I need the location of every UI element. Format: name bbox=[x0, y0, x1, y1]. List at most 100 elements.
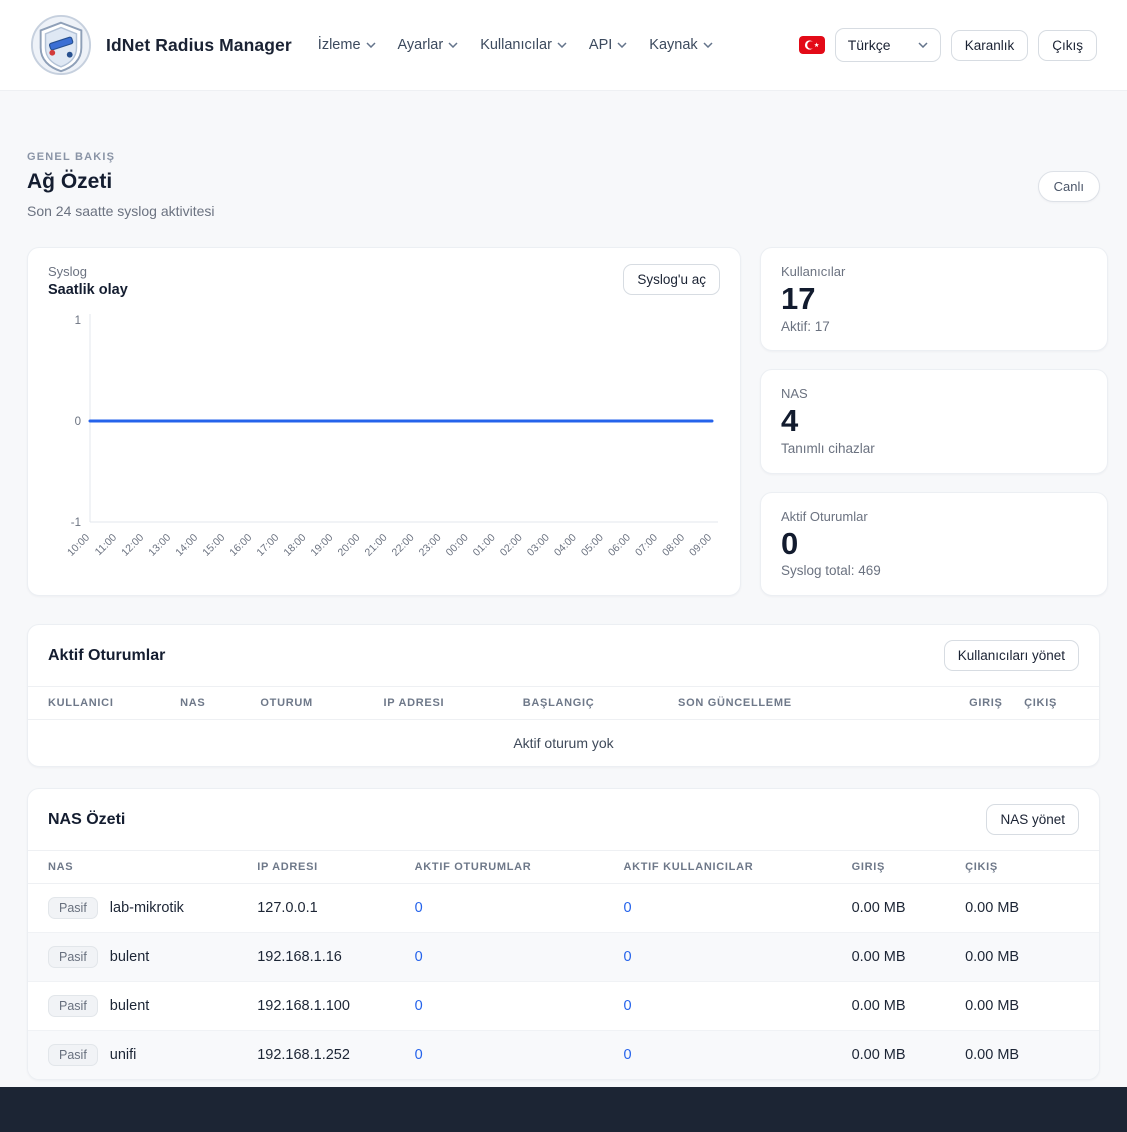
column-header: ÇIKIŞ bbox=[1003, 687, 1099, 720]
column-header: NAS bbox=[180, 687, 260, 720]
active-sessions-link[interactable]: 0 bbox=[415, 900, 423, 916]
active-users-link[interactable]: 0 bbox=[623, 1047, 631, 1063]
nas-summary-title: NAS Özeti bbox=[48, 811, 125, 829]
language-select-value: Türkçe bbox=[848, 37, 891, 53]
column-header: IP ADRESI bbox=[384, 687, 523, 720]
page-title: Ağ Özeti bbox=[27, 170, 1100, 194]
nav-item-ayarlar[interactable]: Ayarlar bbox=[398, 37, 459, 53]
active-sessions-table: KULLANICI NAS OTURUM IP ADRESI BAŞLANGIÇ… bbox=[28, 686, 1099, 766]
nas-ip: 127.0.0.1 bbox=[257, 884, 414, 933]
svg-text:10:00: 10:00 bbox=[65, 532, 92, 559]
stat-card-nas: NAS 4 Tanımlı cihazlar bbox=[760, 369, 1108, 473]
column-header: ÇIKIŞ bbox=[965, 851, 1099, 884]
tx-total: 0.00 MB bbox=[965, 933, 1099, 982]
nav-item-label: API bbox=[589, 37, 612, 53]
active-sessions-link[interactable]: 0 bbox=[415, 998, 423, 1014]
column-header: GIRIŞ bbox=[903, 687, 1003, 720]
svg-text:02:00: 02:00 bbox=[498, 532, 525, 559]
nav-item-label: İzleme bbox=[318, 37, 361, 53]
table-row: Pasif unifi 192.168.1.252 0 0 0.00 MB 0.… bbox=[28, 1031, 1099, 1080]
svg-text:16:00: 16:00 bbox=[227, 532, 254, 559]
table-row: Pasif bulent 192.168.1.16 0 0 0.00 MB 0.… bbox=[28, 933, 1099, 982]
nas-summary-card: NAS Özeti NAS yönet NAS IP ADRESI AKTIF … bbox=[27, 788, 1100, 1080]
nas-ip: 192.168.1.252 bbox=[257, 1031, 414, 1080]
chevron-down-icon bbox=[366, 42, 376, 48]
stat-card-users: Kullanıcılar 17 Aktif: 17 bbox=[760, 247, 1108, 351]
nav-item-izleme[interactable]: İzleme bbox=[318, 37, 376, 53]
syslog-chart-card: Syslog Saatlik olay Syslog'u aç 10-110:0… bbox=[27, 247, 741, 596]
stat-value: 17 bbox=[781, 281, 1087, 317]
svg-text:09:00: 09:00 bbox=[687, 532, 714, 559]
active-users-link[interactable]: 0 bbox=[623, 949, 631, 965]
empty-row: Aktif oturum yok bbox=[28, 720, 1099, 767]
nas-ip: 192.168.1.16 bbox=[257, 933, 414, 982]
stat-card-active-sessions: Aktif Oturumlar 0 Syslog total: 469 bbox=[760, 492, 1108, 596]
stat-value: 4 bbox=[781, 403, 1087, 439]
manage-nas-button[interactable]: NAS yönet bbox=[986, 804, 1079, 835]
column-header: IP ADRESI bbox=[257, 851, 414, 884]
svg-text:17:00: 17:00 bbox=[254, 532, 281, 559]
svg-text:0: 0 bbox=[75, 416, 81, 428]
chevron-down-icon bbox=[703, 42, 713, 48]
manage-users-button[interactable]: Kullanıcıları yönet bbox=[944, 640, 1079, 671]
column-header: GIRIŞ bbox=[852, 851, 966, 884]
active-sessions-title: Aktif Oturumlar bbox=[48, 647, 165, 665]
nav-item-api[interactable]: API bbox=[589, 37, 627, 53]
page-subtitle: Son 24 saatte syslog aktivitesi bbox=[27, 203, 1100, 219]
rx-total: 0.00 MB bbox=[852, 982, 966, 1031]
nav-item-kaynak[interactable]: Kaynak bbox=[649, 37, 712, 53]
nav-item-kullanicilar[interactable]: Kullanıcılar bbox=[480, 37, 567, 53]
app-header: IdNet Radius Manager İzleme Ayarlar Kull… bbox=[0, 0, 1127, 91]
dark-mode-button[interactable]: Karanlık bbox=[951, 30, 1029, 61]
active-sessions-link[interactable]: 0 bbox=[415, 949, 423, 965]
open-syslog-button[interactable]: Syslog'u aç bbox=[623, 264, 720, 295]
column-header: BAŞLANGIÇ bbox=[523, 687, 678, 720]
svg-text:13:00: 13:00 bbox=[146, 532, 173, 559]
stat-sub: Tanımlı cihazlar bbox=[781, 441, 1087, 456]
svg-text:11:00: 11:00 bbox=[93, 532, 120, 559]
svg-text:14:00: 14:00 bbox=[173, 532, 200, 559]
nas-name: unifi bbox=[110, 1047, 137, 1063]
svg-text:05:00: 05:00 bbox=[579, 532, 606, 559]
svg-text:01:00: 01:00 bbox=[471, 532, 498, 559]
svg-text:19:00: 19:00 bbox=[308, 532, 335, 559]
active-users-link[interactable]: 0 bbox=[623, 900, 631, 916]
svg-text:1: 1 bbox=[75, 315, 81, 327]
app-logo-icon bbox=[30, 14, 92, 76]
active-users-link[interactable]: 0 bbox=[623, 998, 631, 1014]
overview-header: GENEL BAKIŞ Ağ Özeti Son 24 saatte syslo… bbox=[27, 151, 1100, 219]
stat-value: 0 bbox=[781, 526, 1087, 562]
table-row: Pasif lab-mikrotik 127.0.0.1 0 0 0.00 MB… bbox=[28, 884, 1099, 933]
syslog-chart: 10-110:0011:0012:0013:0014:0015:0016:001… bbox=[48, 304, 722, 580]
turkey-flag-icon bbox=[799, 36, 825, 54]
tx-total: 0.00 MB bbox=[965, 884, 1099, 933]
nas-name: lab-mikrotik bbox=[110, 900, 184, 916]
status-badge: Pasif bbox=[48, 897, 98, 919]
active-sessions-link[interactable]: 0 bbox=[415, 1047, 423, 1063]
nas-table: NAS IP ADRESI AKTIF OTURUMLAR AKTIF KULL… bbox=[28, 850, 1099, 1079]
svg-text:06:00: 06:00 bbox=[606, 532, 633, 559]
status-badge: Pasif bbox=[48, 946, 98, 968]
logout-button[interactable]: Çıkış bbox=[1038, 30, 1097, 61]
rx-total: 0.00 MB bbox=[852, 884, 966, 933]
status-badge: Pasif bbox=[48, 995, 98, 1017]
svg-text:20:00: 20:00 bbox=[335, 532, 362, 559]
svg-text:08:00: 08:00 bbox=[660, 532, 687, 559]
tx-total: 0.00 MB bbox=[965, 1031, 1099, 1080]
stat-label: NAS bbox=[781, 386, 1087, 401]
nas-ip: 192.168.1.100 bbox=[257, 982, 414, 1031]
stat-label: Aktif Oturumlar bbox=[781, 509, 1087, 524]
stat-sub: Syslog total: 469 bbox=[781, 563, 1087, 578]
tx-total: 0.00 MB bbox=[965, 982, 1099, 1031]
chevron-down-icon bbox=[617, 42, 627, 48]
language-select[interactable]: Türkçe bbox=[835, 28, 941, 62]
svg-text:18:00: 18:00 bbox=[281, 532, 308, 559]
nas-name: bulent bbox=[110, 949, 150, 965]
main-nav: İzleme Ayarlar Kullanıcılar API Kaynak bbox=[318, 37, 713, 53]
column-header: OTURUM bbox=[260, 687, 383, 720]
table-row: Pasif bulent 192.168.1.100 0 0 0.00 MB 0… bbox=[28, 982, 1099, 1031]
svg-text:23:00: 23:00 bbox=[417, 532, 444, 559]
column-header: NAS bbox=[28, 851, 257, 884]
live-status-badge: Canlı bbox=[1038, 171, 1100, 202]
stat-label: Kullanıcılar bbox=[781, 264, 1087, 279]
